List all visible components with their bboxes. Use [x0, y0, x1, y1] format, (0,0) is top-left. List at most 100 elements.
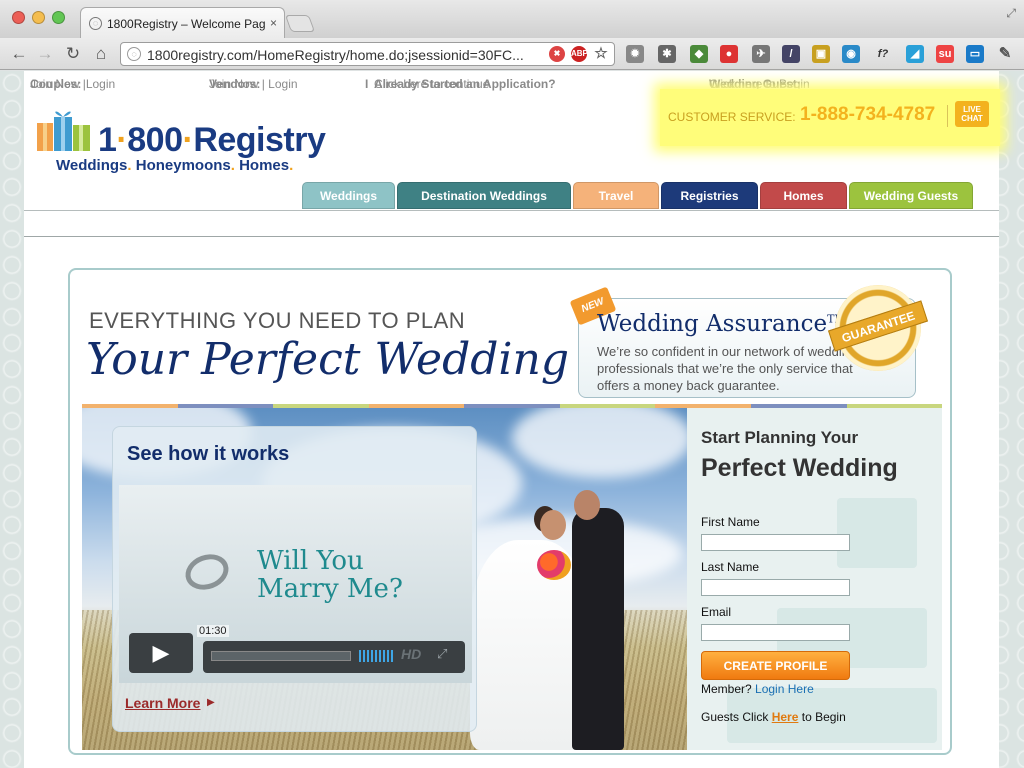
logo-dot: ·	[182, 121, 194, 159]
application-label: Already Started an Application?	[374, 77, 556, 91]
hero-header: EVERYTHING YOU NEED TO PLAN Your Perfect…	[82, 278, 944, 406]
logo-tagline: Weddings. Honeymoons. Homes.	[56, 157, 293, 174]
video-control-bar: HD ⤢	[203, 641, 465, 673]
window-zoom-button[interactable]	[52, 11, 65, 24]
abp-icon[interactable]: ABP	[571, 46, 588, 62]
customer-service-phone[interactable]: 1-888-734-4787	[800, 104, 935, 126]
guests-text: Guests Click	[701, 710, 769, 724]
nav-tab-registries[interactable]: Registries	[661, 182, 758, 209]
customer-service-box: CUSTOMER SERVICE: 1-888-734-4787 LIVE CHA…	[660, 89, 1000, 146]
browser-titlebar: ◌ 1800Registry – Welcome Pag × ⤢	[0, 0, 1024, 38]
last-name-field[interactable]	[701, 579, 850, 596]
create-profile-button[interactable]: CREATE PROFILE	[701, 651, 850, 680]
bird-ext-icon[interactable]: ✈	[752, 45, 770, 63]
live-chat-live: LIVE	[963, 105, 981, 114]
couples-login-link[interactable]: Login	[86, 77, 115, 91]
window-ext-icon[interactable]: ▭	[966, 45, 984, 63]
play-button[interactable]: ▶	[129, 633, 193, 673]
eye-ext-icon[interactable]: ◉	[842, 45, 860, 63]
home-icon[interactable]: ⌂	[90, 43, 112, 65]
gear-ext-icon[interactable]: ✹	[626, 45, 644, 63]
nav-tab-travel[interactable]: Travel	[573, 182, 659, 209]
hero-photo: See how it works Will You Marry Me? ▶ 01:…	[82, 408, 687, 750]
address-url[interactable]: 1800registry.com/HomeRegistry/home.do;js…	[147, 47, 565, 63]
learn-more-link[interactable]: Learn More	[125, 695, 200, 711]
guarantee-seal: GUARANTEE	[827, 285, 929, 371]
tagline-dot: .	[289, 157, 294, 174]
fullscreen-icon[interactable]: ⤢	[1006, 6, 1016, 21]
forward-icon[interactable]: →	[34, 43, 56, 65]
nav-tab-destination-weddings[interactable]: Destination Weddings	[397, 182, 571, 209]
address-bar[interactable]: ◌ 1800registry.com/HomeRegistry/home.do;…	[120, 42, 615, 66]
guest-begin-line: Guests Click Here to Begin	[701, 710, 846, 724]
divider	[947, 105, 948, 127]
back-icon[interactable]: ←	[8, 43, 30, 65]
video-card: See how it works Will You Marry Me? ▶ 01:…	[112, 426, 477, 732]
logo-registry: Registry	[193, 121, 326, 159]
window-close-button[interactable]	[12, 11, 25, 24]
wrench-icon[interactable]: ✎	[996, 45, 1014, 63]
volume-icon[interactable]	[359, 650, 393, 662]
block-icon[interactable]: ✖	[549, 46, 565, 62]
live-chat-button[interactable]: LIVE CHAT	[955, 101, 989, 127]
video-progress-bar[interactable]	[211, 651, 351, 661]
page-background: Couples: Join Now |Login Vendors: Join N…	[0, 71, 1024, 768]
reload-icon[interactable]: ↻	[62, 43, 84, 65]
first-name-field[interactable]	[701, 534, 850, 551]
logo-dot: ·	[116, 121, 128, 159]
vendors-login-link[interactable]: Login	[268, 77, 297, 91]
window-minimize-button[interactable]	[32, 11, 45, 24]
bug-ext-icon[interactable]: ✱	[658, 45, 676, 63]
tab-close-icon[interactable]: ×	[270, 16, 277, 30]
hd-toggle[interactable]: HD	[401, 646, 421, 662]
tagline-dot: .	[230, 157, 235, 174]
live-chat-chat: CHAT	[961, 114, 983, 123]
last-name-label: Last Name	[701, 560, 760, 574]
arrow-right-icon: ▶	[207, 697, 215, 708]
guest-here-link[interactable]: Here	[772, 710, 799, 724]
nav-divider	[24, 210, 999, 211]
nav-tab-weddings[interactable]: Weddings	[302, 182, 395, 209]
nav-tab-wedding-guests[interactable]: Wedding Guests	[849, 182, 973, 209]
hero-title: Your Perfect Wedding	[86, 334, 569, 385]
function-ext-icon[interactable]: f?	[874, 45, 892, 63]
hero-module: EVERYTHING YOU NEED TO PLAN Your Perfect…	[68, 268, 952, 755]
separator: I	[365, 77, 369, 91]
couples-label: Couples:	[30, 77, 82, 91]
video-duration: 01:30	[197, 625, 229, 637]
hero-kicker: EVERYTHING YOU NEED TO PLAN	[89, 308, 466, 333]
fullscreen-video-icon[interactable]: ⤢	[437, 646, 447, 662]
first-name-label: First Name	[701, 515, 760, 529]
groom-head	[574, 490, 600, 520]
evernote-ext-icon[interactable]: ◆	[690, 45, 708, 63]
new-tab-button[interactable]	[284, 15, 316, 32]
eyedropper-ext-icon[interactable]: /	[782, 45, 800, 63]
bird2-ext-icon[interactable]: ◢	[906, 45, 924, 63]
video-title-line2: Marry Me?	[257, 574, 403, 604]
wedding-assurance-box[interactable]: NEW Wedding AssuranceTM We’re so confide…	[569, 285, 929, 398]
assurance-title-text: Wedding Assurance	[597, 311, 828, 337]
video-player[interactable]: Will You Marry Me? ▶ 01:30 HD ⤢	[119, 485, 472, 683]
site-container: Couples: Join Now |Login Vendors: Join N…	[24, 71, 1000, 768]
vendors-label: Vendors:	[209, 77, 261, 91]
forklift-ext-icon[interactable]: ▣	[812, 45, 830, 63]
gift-boxes-icon	[37, 111, 90, 151]
page-info-icon[interactable]: ◌	[127, 47, 141, 61]
nav-tab-homes[interactable]: Homes	[760, 182, 847, 209]
to-begin-text: to Begin	[801, 710, 846, 724]
video-controls: ▶ 01:30 HD ⤢	[125, 625, 465, 675]
login-here-link[interactable]: Login Here	[755, 682, 814, 696]
tagline-honeymoons: Honeymoons	[135, 157, 231, 174]
tagline-homes: Homes	[239, 157, 290, 174]
email-field[interactable]	[701, 624, 850, 641]
ring-icon	[180, 548, 234, 596]
member-login-line: Member? Login Here	[701, 682, 814, 696]
star-icon[interactable]: ☆	[593, 46, 609, 62]
stumbleupon-ext-icon[interactable]: su	[936, 45, 954, 63]
video-title-line1: Will You	[257, 546, 364, 576]
guarantee-band: GUARANTEE	[827, 300, 929, 352]
stop-ext-icon[interactable]: ●	[720, 45, 738, 63]
customer-service-label: CUSTOMER SERVICE:	[668, 110, 796, 124]
browser-tab[interactable]: ◌ 1800Registry – Welcome Pag ×	[80, 7, 285, 38]
video-title: Will You Marry Me?	[257, 547, 403, 603]
